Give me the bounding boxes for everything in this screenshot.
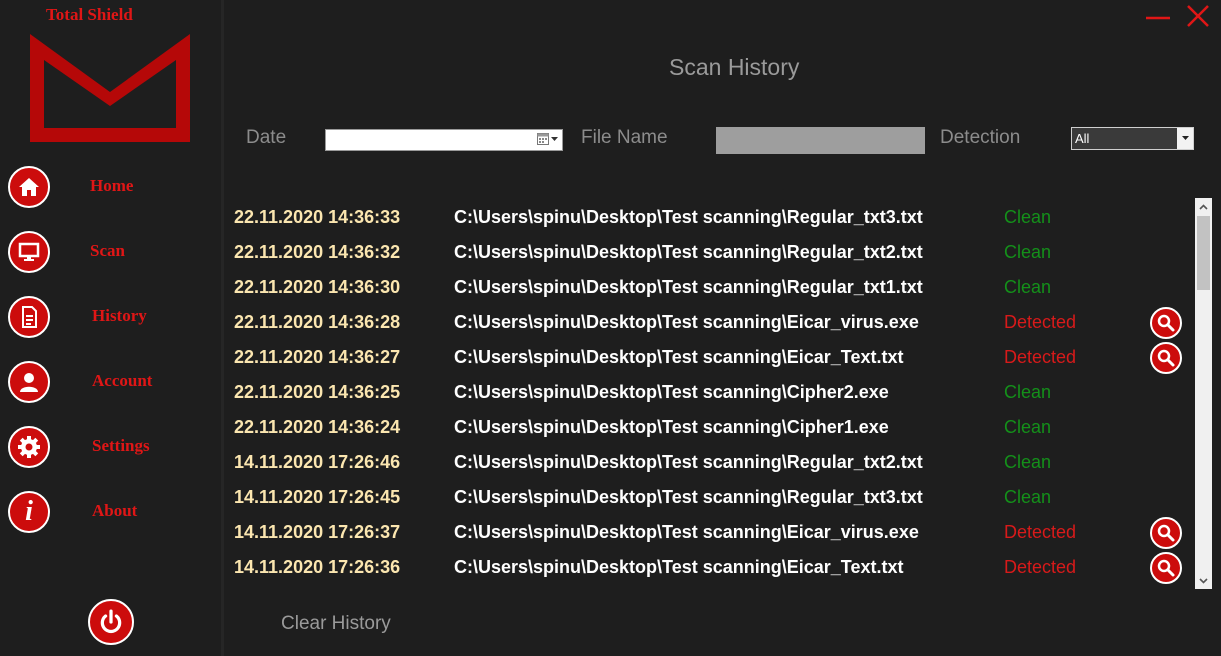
power-icon	[100, 609, 122, 634]
scan-date: 14.11.2020 17:26:46	[234, 452, 401, 472]
scan-date: 14.11.2020 17:26:36	[234, 557, 401, 577]
chevron-up-icon	[1199, 203, 1208, 210]
nav-home-label: Home	[90, 176, 134, 195]
magnifier-icon	[1157, 349, 1175, 367]
history-row: 14.11.2020 17:26:36 C:\Users\spinu\Deskt…	[0, 550, 1195, 585]
scroll-up-button[interactable]	[1195, 198, 1212, 215]
minimize-button[interactable]	[1145, 4, 1171, 28]
detection-status: Detected	[1004, 557, 1077, 577]
minimize-icon	[1146, 16, 1170, 20]
file-path: C:\Users\spinu\Desktop\Test scanning\Eic…	[454, 347, 904, 367]
scan-date: 22.11.2020 14:36:30	[234, 277, 401, 297]
file-path: C:\Users\spinu\Desktop\Test scanning\Eic…	[454, 312, 919, 332]
scan-date: 22.11.2020 14:36:24	[234, 417, 401, 437]
page-title: Scan History	[669, 54, 800, 80]
scroll-thumb[interactable]	[1197, 216, 1210, 290]
power-button[interactable]	[88, 599, 134, 645]
detection-status: Clean	[1004, 242, 1052, 262]
detection-status: Detected	[1004, 312, 1077, 332]
history-row: 22.11.2020 14:36:25 C:\Users\spinu\Deskt…	[0, 375, 1195, 410]
view-details-button[interactable]	[1150, 552, 1182, 584]
file-path: C:\Users\spinu\Desktop\Test scanning\Cip…	[454, 417, 889, 437]
file-path: C:\Users\spinu\Desktop\Test scanning\Cip…	[454, 382, 889, 402]
logo	[30, 34, 190, 142]
detection-select-value: All	[1075, 131, 1090, 146]
detection-label: Detection	[940, 127, 1021, 148]
history-scrollbar[interactable]	[1195, 198, 1212, 589]
date-label: Date	[246, 127, 287, 148]
detection-status: Clean	[1004, 452, 1052, 472]
file-path: C:\Users\spinu\Desktop\Test scanning\Eic…	[454, 522, 919, 542]
scan-date: 14.11.2020 17:26:45	[234, 487, 401, 507]
history-row: 22.11.2020 14:36:28 C:\Users\spinu\Deskt…	[0, 305, 1195, 340]
clear-history-button[interactable]: Clear History	[281, 613, 391, 635]
history-row: 22.11.2020 14:36:33 C:\Users\spinu\Deskt…	[0, 200, 1195, 235]
scan-date: 22.11.2020 14:36:33	[234, 207, 401, 227]
close-icon	[1187, 5, 1209, 27]
magnifier-icon	[1157, 524, 1175, 542]
scan-date: 22.11.2020 14:36:32	[234, 242, 401, 262]
view-details-button[interactable]	[1150, 307, 1182, 339]
app-title: Total Shield	[46, 5, 133, 24]
view-details-button[interactable]	[1150, 517, 1182, 549]
magnifier-icon	[1157, 314, 1175, 332]
calendar-dropdown-icon	[537, 133, 558, 145]
magnifier-icon	[1157, 559, 1175, 577]
history-row: 14.11.2020 17:26:37 C:\Users\spinu\Deskt…	[0, 515, 1195, 550]
scan-date: 22.11.2020 14:36:28	[234, 312, 401, 332]
file-path: C:\Users\spinu\Desktop\Test scanning\Reg…	[454, 242, 923, 262]
file-path: C:\Users\spinu\Desktop\Test scanning\Reg…	[454, 207, 923, 227]
detection-status: Clean	[1004, 277, 1052, 297]
history-row: 14.11.2020 17:26:45 C:\Users\spinu\Deskt…	[0, 480, 1195, 515]
scan-date: 14.11.2020 17:26:37	[234, 522, 401, 542]
view-details-button[interactable]	[1150, 342, 1182, 374]
filename-input[interactable]	[716, 127, 925, 154]
detection-status: Detected	[1004, 522, 1077, 542]
chevron-down-icon	[1199, 577, 1208, 584]
date-picker[interactable]	[325, 129, 563, 151]
file-path: C:\Users\spinu\Desktop\Test scanning\Reg…	[454, 277, 923, 297]
history-row: 22.11.2020 14:36:27 C:\Users\spinu\Deskt…	[0, 340, 1195, 375]
scan-date: 22.11.2020 14:36:27	[234, 347, 401, 367]
file-path: C:\Users\spinu\Desktop\Test scanning\Reg…	[454, 452, 923, 472]
detection-status: Clean	[1004, 207, 1052, 227]
detection-status: Clean	[1004, 417, 1052, 437]
window-controls	[1145, 4, 1211, 28]
file-path: C:\Users\spinu\Desktop\Test scanning\Reg…	[454, 487, 923, 507]
close-button[interactable]	[1185, 4, 1211, 28]
detection-status: Clean	[1004, 487, 1052, 507]
detection-status: Detected	[1004, 347, 1077, 367]
detection-status: Clean	[1004, 382, 1052, 402]
history-row: 14.11.2020 17:26:46 C:\Users\spinu\Deskt…	[0, 445, 1195, 480]
file-path: C:\Users\spinu\Desktop\Test scanning\Eic…	[454, 557, 904, 577]
scroll-down-button[interactable]	[1195, 572, 1212, 589]
history-row: 22.11.2020 14:36:30 C:\Users\spinu\Deskt…	[0, 270, 1195, 305]
filename-label: File Name	[581, 127, 668, 148]
history-row: 22.11.2020 14:36:24 C:\Users\spinu\Deskt…	[0, 410, 1195, 445]
detection-select[interactable]: All	[1071, 127, 1194, 150]
scan-date: 22.11.2020 14:36:25	[234, 382, 401, 402]
history-row: 22.11.2020 14:36:32 C:\Users\spinu\Deskt…	[0, 235, 1195, 270]
chevron-down-icon	[1177, 128, 1193, 149]
